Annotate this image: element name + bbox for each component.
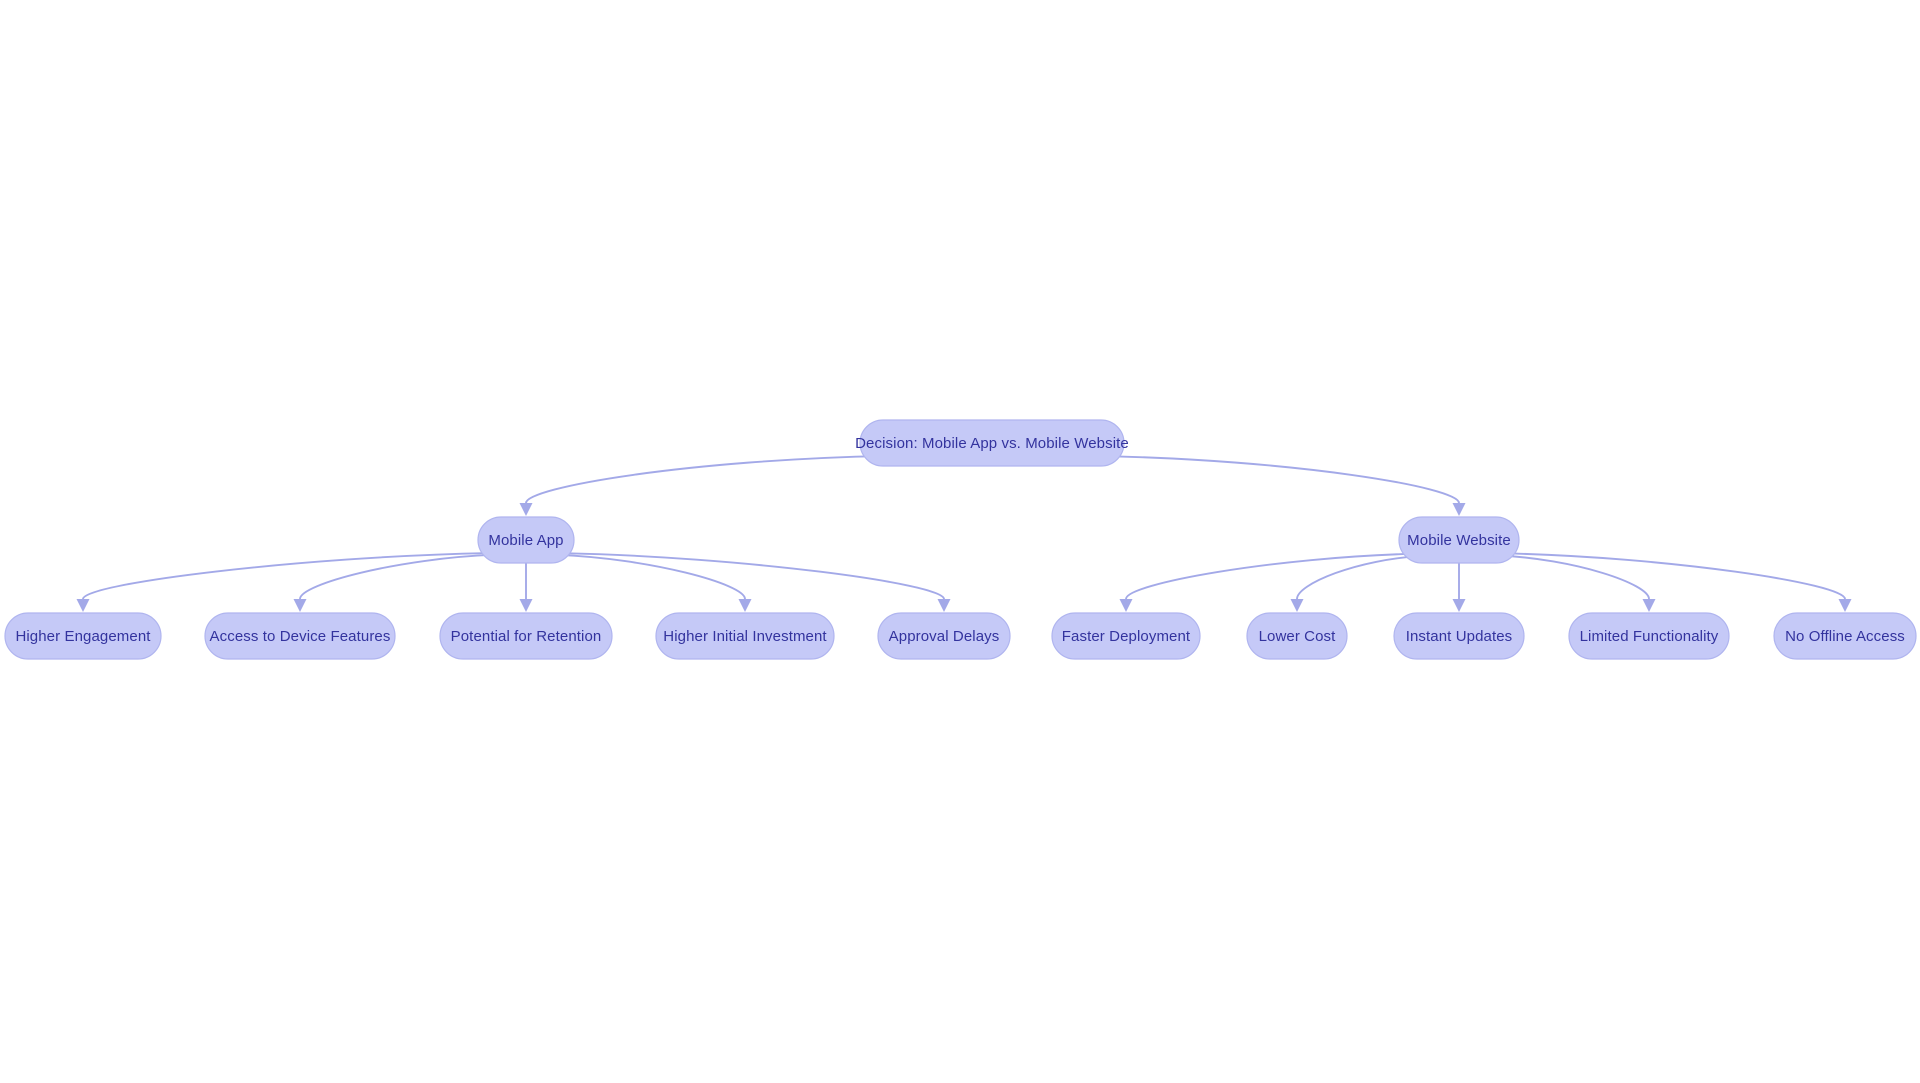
node-instant-updates[interactable]: Instant Updates: [1393, 612, 1525, 660]
edge-mobile-website-to-no-offline-access: [1503, 552, 1846, 600]
arrowhead-icon: [1452, 503, 1466, 516]
node-faster-deployment[interactable]: Faster Deployment: [1051, 612, 1201, 660]
node-approval-delays[interactable]: Approval Delays: [877, 612, 1011, 660]
node-shape-potential-for-retention[interactable]: [439, 612, 613, 660]
node-shape-higher-initial-investment[interactable]: [655, 612, 835, 660]
node-limited-functionality[interactable]: Limited Functionality: [1568, 612, 1730, 660]
arrowhead-icon: [1452, 599, 1466, 612]
node-shape-faster-deployment[interactable]: [1051, 612, 1201, 660]
flowchart-diagram: Decision: Mobile App vs. Mobile Website M…: [0, 0, 1920, 1083]
edge-root-to-mobile-app: [525, 454, 888, 504]
node-shape-limited-functionality[interactable]: [1568, 612, 1730, 660]
node-shape-higher-engagement[interactable]: [4, 612, 162, 660]
node-lower-cost[interactable]: Lower Cost: [1246, 612, 1348, 660]
node-shape-mobile-website[interactable]: [1398, 516, 1520, 564]
edge-root-to-mobile-website: [1096, 454, 1460, 504]
node-no-offline-access[interactable]: No Offline Access: [1773, 612, 1917, 660]
arrowhead-icon: [293, 599, 307, 612]
node-mobile-app[interactable]: Mobile App: [477, 516, 575, 564]
node-shape-no-offline-access[interactable]: [1773, 612, 1917, 660]
edge-mobile-website-to-lower-cost: [1296, 554, 1426, 600]
arrowhead-icon: [937, 599, 951, 612]
node-access-to-device-features[interactable]: Access to Device Features: [204, 612, 396, 660]
node-potential-for-retention[interactable]: Potential for Retention: [439, 612, 613, 660]
arrowhead-icon: [1119, 599, 1133, 612]
arrowhead-icon: [1838, 599, 1852, 612]
node-shape-root[interactable]: [859, 419, 1125, 467]
node-shape-mobile-app[interactable]: [477, 516, 575, 564]
node-shape-instant-updates[interactable]: [1393, 612, 1525, 660]
arrowhead-icon: [1290, 599, 1304, 612]
node-mobile-website[interactable]: Mobile Website: [1398, 516, 1520, 564]
arrowhead-icon: [738, 599, 752, 612]
edges-layer: [76, 454, 1852, 612]
arrowhead-icon: [1642, 599, 1656, 612]
arrowhead-icon: [519, 503, 533, 516]
arrowhead-icon: [76, 599, 90, 612]
nodes-layer: Decision: Mobile App vs. Mobile Website M…: [4, 419, 1917, 660]
node-shape-access-to-device-features[interactable]: [204, 612, 396, 660]
edge-mobile-website-to-limited-functionality: [1494, 554, 1650, 600]
node-higher-initial-investment[interactable]: Higher Initial Investment: [655, 612, 835, 660]
node-shape-approval-delays[interactable]: [877, 612, 1011, 660]
arrowhead-icon: [519, 599, 533, 612]
node-root[interactable]: Decision: Mobile App vs. Mobile Website: [855, 419, 1129, 467]
node-higher-engagement[interactable]: Higher Engagement: [4, 612, 162, 660]
edge-mobile-website-to-faster-deployment: [1125, 552, 1416, 600]
node-shape-lower-cost[interactable]: [1246, 612, 1348, 660]
